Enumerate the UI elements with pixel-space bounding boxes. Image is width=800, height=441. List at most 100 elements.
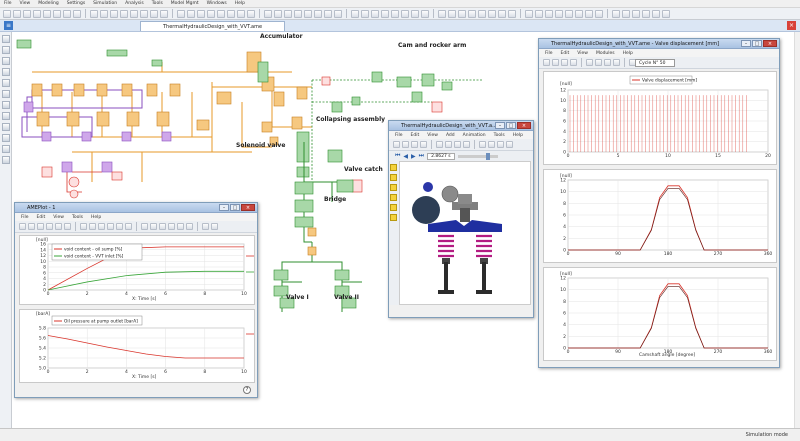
valve-menu-modules[interactable]: Modules [596, 51, 615, 56]
minimize-button[interactable]: – [219, 204, 229, 211]
time-slider[interactable] [457, 152, 498, 160]
minimize-button[interactable]: – [495, 122, 505, 129]
main-tool-button[interactable] [150, 9, 158, 18]
valve-tool-button[interactable] [552, 59, 559, 66]
anim-menu-help[interactable]: Help [513, 133, 523, 138]
ameplot-menu-edit[interactable]: Edit [37, 215, 46, 220]
main-tool-button[interactable] [555, 9, 563, 18]
anim-tool-button[interactable] [393, 141, 400, 148]
main-menu-tools[interactable]: Tools [152, 1, 163, 6]
time-field[interactable]: 2.8627 s [427, 152, 455, 160]
main-tool-button[interactable] [207, 9, 215, 18]
main-menu-windows[interactable]: Windows [207, 1, 227, 6]
left-tool-button[interactable] [2, 57, 10, 65]
ameplot-titlebar[interactable]: AMEPlot - 1 – □ × [15, 203, 257, 213]
main-tool-button[interactable] [324, 9, 332, 18]
main-menu-simulation[interactable]: Simulation [93, 1, 117, 6]
left-tool-button[interactable] [2, 145, 10, 153]
valve-plot-1[interactable]: [null] Valve displacement [mm] 12 10 8 6 4 2 0… [543, 71, 777, 165]
anim-menu-edit[interactable]: Edit [411, 133, 420, 138]
main-tool-button[interactable] [411, 9, 419, 18]
main-tool-button[interactable] [371, 9, 379, 18]
main-tool-button[interactable] [361, 9, 369, 18]
main-tool-button[interactable] [642, 9, 650, 18]
ameplot-tool-button[interactable] [168, 223, 175, 230]
animation-window[interactable]: ThermalHydraulicDesign_with_VVT.a... – □ ×… [388, 120, 534, 318]
close-icon[interactable]: × [787, 21, 796, 30]
main-tool-button[interactable] [468, 9, 476, 18]
valve-tool-button[interactable] [586, 59, 593, 66]
main-tool-button[interactable] [187, 9, 195, 18]
main-tool-button[interactable] [130, 9, 138, 18]
main-tool-button[interactable] [13, 9, 21, 18]
main-tool-button[interactable] [438, 9, 446, 18]
ameplot-menu-help[interactable]: Help [91, 215, 101, 220]
main-tool-button[interactable] [535, 9, 543, 18]
valve-displacement-window[interactable]: ThermalHydraulicDesign_with_VVT.ame - Va… [538, 38, 780, 368]
main-tool-button[interactable] [488, 9, 496, 18]
left-tool-button[interactable] [2, 134, 10, 142]
ameplot-tool-button[interactable] [141, 223, 148, 230]
valve-menu-edit[interactable]: Edit [561, 51, 570, 56]
main-tool-button[interactable] [43, 9, 51, 18]
ameplot-tool-button[interactable] [125, 223, 132, 230]
ameplot-window[interactable]: AMEPlot - 1 – □ × File Edit View Tools Help [n… [14, 202, 258, 398]
main-tool-button[interactable] [448, 9, 456, 18]
step-forward-icon[interactable]: ⏭ [419, 152, 424, 160]
ameplot-tool-button[interactable] [64, 223, 71, 230]
valve-tool-button[interactable] [613, 59, 620, 66]
valve-tool-button[interactable] [570, 59, 577, 66]
main-tool-button[interactable] [458, 9, 466, 18]
main-tool-button[interactable] [53, 9, 61, 18]
anim-tool-button[interactable] [445, 141, 452, 148]
cycle-select[interactable]: Cycle N° 50 [635, 59, 675, 67]
ameplot-tool-button[interactable] [211, 223, 218, 230]
anim-menu-view[interactable]: View [427, 133, 438, 138]
main-tool-button[interactable] [632, 9, 640, 18]
anim-tool-button[interactable] [463, 141, 470, 148]
ameplot-tool-button[interactable] [80, 223, 87, 230]
ameplot-tool-button[interactable] [202, 223, 209, 230]
main-tool-button[interactable] [120, 9, 128, 18]
minimize-button[interactable]: – [741, 40, 751, 47]
maximize-button[interactable]: □ [506, 122, 516, 129]
main-tool-button[interactable] [217, 9, 225, 18]
ameplot-tool-button[interactable] [19, 223, 26, 230]
ameplot-menu-view[interactable]: View [53, 215, 64, 220]
main-tool-button[interactable] [23, 9, 31, 18]
main-menu-modeling[interactable]: Modeling [38, 1, 58, 6]
play-icon[interactable]: ▶ [411, 153, 416, 160]
left-tool-button[interactable] [2, 35, 10, 43]
main-tool-button[interactable] [565, 9, 573, 18]
step-back-icon[interactable]: ◀ [403, 153, 408, 160]
anim-tool-button[interactable] [506, 141, 513, 148]
main-menu-help[interactable]: Help [235, 1, 245, 6]
ameplot-tool-button[interactable] [150, 223, 157, 230]
ameplot-tool-button[interactable] [28, 223, 35, 230]
main-tool-button[interactable] [264, 9, 272, 18]
main-tool-button[interactable] [247, 9, 255, 18]
valve-plot-3[interactable]: [null] 12 10 8 6 4 2 0 0 90 180 270 360 Camshaft an… [543, 267, 777, 361]
help-icon[interactable]: ? [243, 386, 251, 394]
main-tool-button[interactable] [227, 9, 235, 18]
valve-tool-button[interactable] [604, 59, 611, 66]
main-tool-button[interactable] [294, 9, 302, 18]
main-tool-button[interactable] [197, 9, 205, 18]
main-tool-button[interactable] [652, 9, 660, 18]
main-tool-button[interactable] [284, 9, 292, 18]
anim-tool-button[interactable] [488, 141, 495, 148]
ameplot-tool-button[interactable] [98, 223, 105, 230]
main-tool-button[interactable] [160, 9, 168, 18]
maximize-button[interactable]: □ [230, 204, 240, 211]
main-tool-button[interactable] [508, 9, 516, 18]
anim-menu-tools[interactable]: Tools [494, 133, 505, 138]
main-tool-button[interactable] [381, 9, 389, 18]
valve-tool-button[interactable] [543, 59, 550, 66]
main-tool-button[interactable] [401, 9, 409, 18]
main-tool-button[interactable] [595, 9, 603, 18]
ameplot-menu-file[interactable]: File [21, 215, 29, 220]
main-tool-button[interactable] [662, 9, 670, 18]
valve-titlebar[interactable]: ThermalHydraulicDesign_with_VVT.ame - Va… [539, 39, 779, 49]
left-tool-button[interactable] [2, 68, 10, 76]
anim-menu-animation[interactable]: Animation [463, 133, 486, 138]
